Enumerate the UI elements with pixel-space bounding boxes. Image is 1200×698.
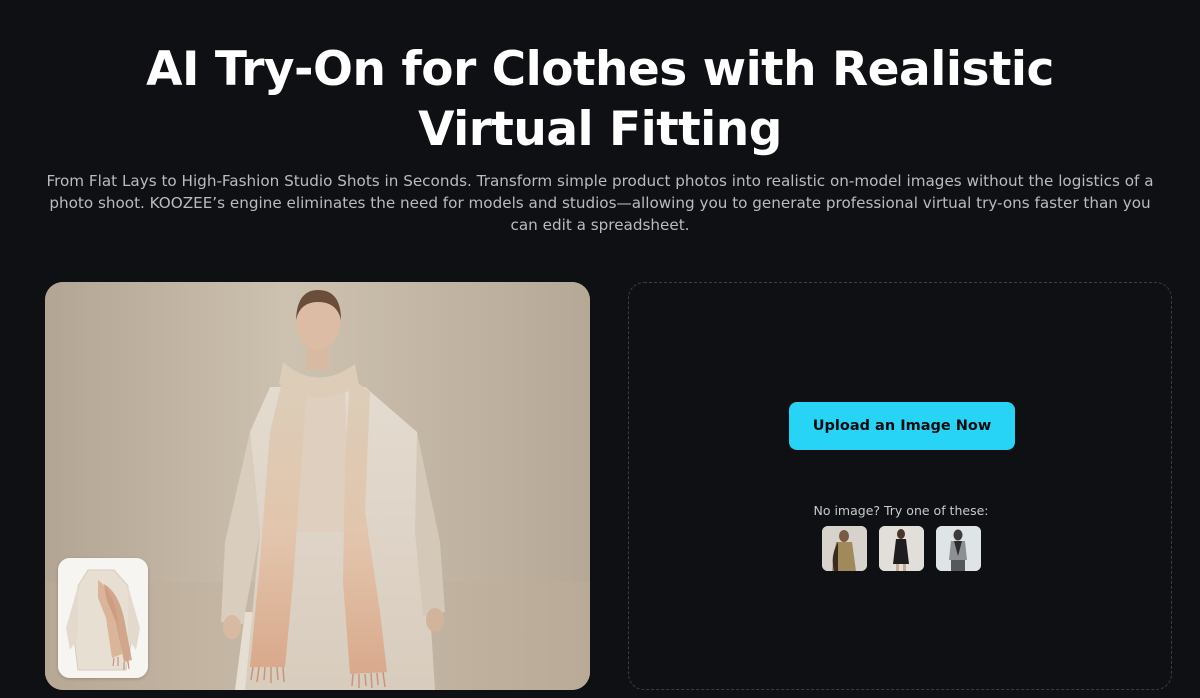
sample-image-2[interactable] [879,526,924,571]
model-in-grey-top-icon [936,526,981,571]
model-in-olive-jacket-icon [822,526,867,571]
page-subtitle: From Flat Lays to High-Fashion Studio Sh… [46,172,1154,234]
sample-image-3[interactable] [936,526,981,571]
page-title-line-2: Virtual Fitting [418,102,782,157]
page-title: AI Try-On for Clothes with Realistic Vir… [0,40,1200,160]
page-title-line-1: AI Try-On for Clothes with Realistic [146,42,1054,97]
upload-dropzone[interactable]: Upload an Image Now No image? Try one of… [628,282,1172,690]
sample-image-1[interactable] [822,526,867,571]
sample-images-list [822,526,981,571]
sample-images-hint: No image? Try one of these: [813,503,989,518]
garment-thumbnail [58,558,148,678]
upload-image-button[interactable]: Upload an Image Now [789,402,1015,450]
model-in-black-dress-icon [879,526,924,571]
coat-flatlay-icon [58,558,148,678]
